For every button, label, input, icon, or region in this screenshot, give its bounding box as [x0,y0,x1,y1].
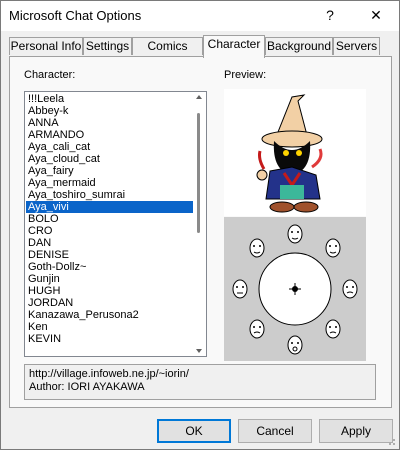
list-item[interactable]: HUGH [26,285,193,297]
list-item[interactable]: Aya_cali_cat [26,141,193,153]
author-name: Author: IORI AYAKAWA [29,381,145,393]
emotion-wheel-graphic [232,224,358,355]
emotion-wheel[interactable] [224,217,366,361]
list-item[interactable]: Gunjin [26,273,193,285]
options-dialog: Microsoft Chat Options ? ✕ Personal Info… [0,0,400,450]
help-icon: ? [326,7,334,23]
list-item[interactable]: !!!Leela [26,93,193,105]
character-info: http://village.infoweb.ne.jp/~iorin/ Aut… [24,364,376,400]
cancel-button[interactable]: Cancel [238,419,312,443]
list-item[interactable]: Abbey-k [26,105,193,117]
preview-label: Preview: [224,69,267,81]
list-item[interactable]: ANNA [26,117,193,129]
resize-grip-icon[interactable] [386,436,396,446]
window-title: Microsoft Chat Options [9,8,142,23]
list-item[interactable]: Kanazawa_Perusona2 [26,309,193,321]
list-item[interactable]: Aya_fairy [26,165,193,177]
list-item[interactable]: DENISE [26,249,193,261]
character-list[interactable]: !!!Leela Abbey-k ANNA ARMANDO Aya_cali_cat Ay… [24,91,207,357]
help-button[interactable]: ? [307,1,353,31]
apply-button[interactable]: Apply [319,419,393,443]
tab-settings[interactable]: Settings [83,37,132,55]
scroll-thumb[interactable] [197,113,200,233]
list-item[interactable]: Aya_mermaid [26,177,193,189]
tab-character[interactable]: Character [203,35,265,58]
list-item[interactable]: DAN [26,237,193,249]
tab-servers[interactable]: Servers [333,37,380,55]
list-item[interactable]: ARMANDO [26,129,193,141]
tab-background[interactable]: Background [265,37,333,55]
list-item[interactable]: JORDAN [26,297,193,309]
character-tab-panel: Character: Preview: !!!Leela Abbey-k ANNA A… [9,56,392,408]
title-bar: Microsoft Chat Options ? ✕ [1,1,399,31]
tab-personal-info[interactable]: Personal Info [9,37,83,55]
list-item[interactable]: Ken [26,321,193,333]
list-item[interactable]: Goth-Dollz~ [26,261,193,273]
list-scrollbar[interactable] [193,93,205,355]
character-preview [224,89,366,216]
ok-button[interactable]: OK [157,419,231,443]
list-item[interactable]: KEVIN [26,333,193,345]
list-item[interactable]: Aya_toshiro_sumrai [26,189,193,201]
close-button[interactable]: ✕ [353,1,399,31]
character-list-label: Character: [24,69,76,81]
scroll-up-icon[interactable] [196,95,202,99]
list-item[interactable]: BOLO [26,213,193,225]
character-list-items: !!!Leela Abbey-k ANNA ARMANDO Aya_cali_cat Ay… [26,93,193,345]
list-item[interactable]: Aya_cloud_cat [26,153,193,165]
character-preview-image [256,94,323,213]
scroll-down-icon[interactable] [196,349,202,353]
close-icon: ✕ [370,7,382,23]
author-url: http://village.infoweb.ne.jp/~iorin/ [29,368,189,380]
tab-comics-view[interactable]: Comics View [132,37,203,70]
list-item[interactable]: Aya_vivi [26,201,193,213]
list-item[interactable]: CRO [26,225,193,237]
